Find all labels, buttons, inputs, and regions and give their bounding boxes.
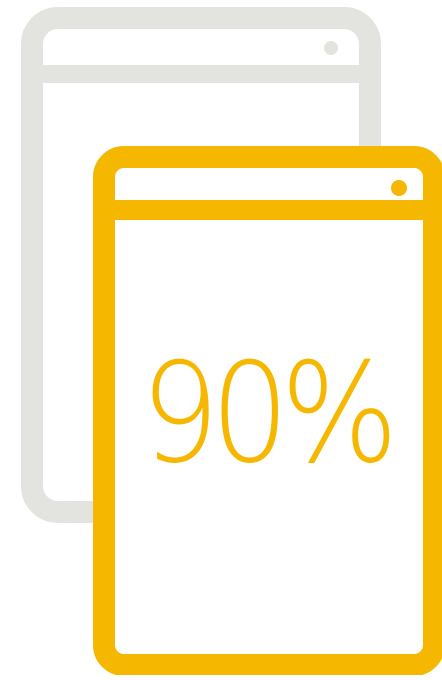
front-device-camera-dot <box>391 180 407 196</box>
back-device-camera-dot <box>324 41 338 55</box>
percentage-value: 90% <box>140 333 398 494</box>
